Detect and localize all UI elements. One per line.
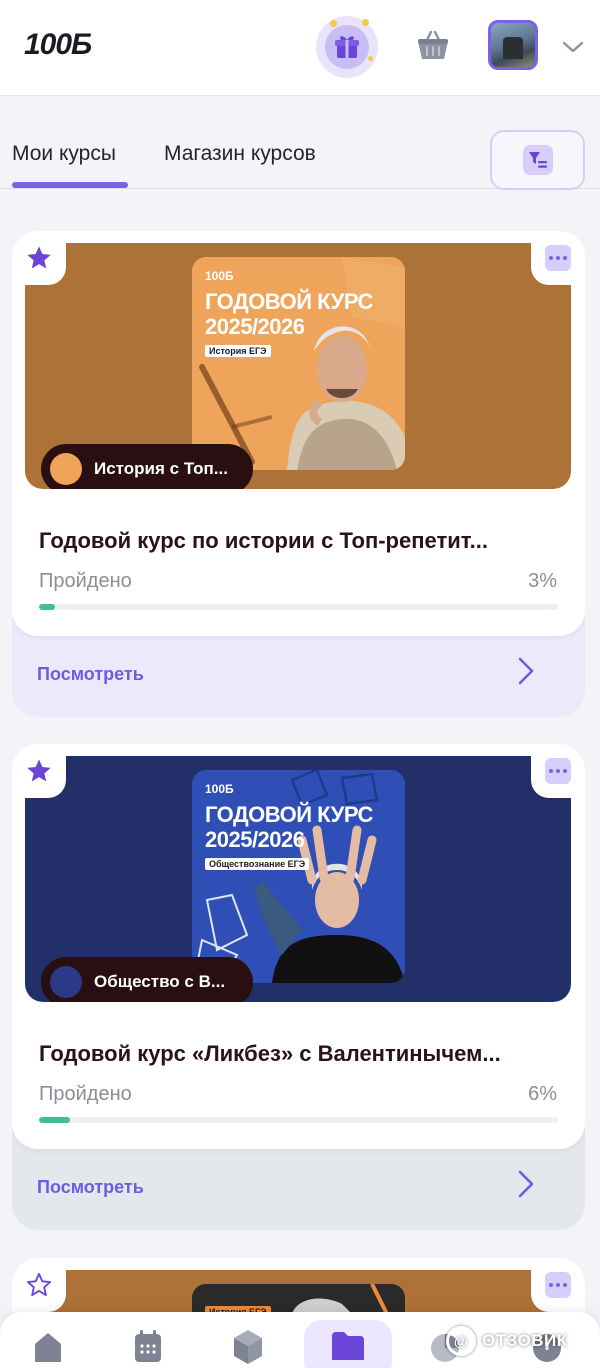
- star-icon: [27, 246, 51, 269]
- teacher-chip-label: Общество с В...: [94, 972, 226, 991]
- poster-subject: История ЕГЭ: [205, 345, 271, 357]
- filter-button[interactable]: [490, 130, 585, 190]
- progress-bar: [39, 604, 558, 610]
- progress-label: Пройдено: [39, 1083, 132, 1105]
- home-icon: [35, 1333, 61, 1362]
- gift-icon: [325, 25, 369, 69]
- chevron-down-icon[interactable]: [560, 34, 586, 60]
- view-course-link[interactable]: Посмотреть: [37, 1177, 144, 1198]
- chevron-right-icon[interactable]: [516, 656, 536, 686]
- teacher-avatar: [50, 453, 82, 485]
- nav-cube[interactable]: [223, 1328, 273, 1368]
- course-tabs: Мои курсы Магазин курсов: [0, 96, 600, 192]
- favorite-button[interactable]: [12, 744, 66, 798]
- card-body: 100Б ГОДОВОЙ КУРС 2025/2026 История ЕГЭ …: [12, 231, 585, 636]
- app-logo[interactable]: 100Б: [24, 28, 92, 62]
- favorite-button[interactable]: [12, 1258, 66, 1312]
- nav-calendar[interactable]: [123, 1328, 173, 1368]
- more-options-button[interactable]: [531, 744, 585, 798]
- progress-label: Пройдено: [39, 570, 132, 592]
- favorite-button[interactable]: [12, 231, 66, 285]
- nav-home[interactable]: [23, 1328, 73, 1368]
- basket-button[interactable]: [412, 26, 454, 66]
- active-tab-indicator: [12, 182, 128, 188]
- tab-my-courses[interactable]: Мои курсы: [12, 142, 116, 166]
- course-title[interactable]: Годовой курс по истории с Топ-репетит...: [39, 528, 488, 554]
- watermark-badge: @: [446, 1326, 476, 1356]
- course-card[interactable]: Посмотреть 100Б ГОДОВОЙ КУРС 2025/2026 О…: [12, 744, 585, 1230]
- view-course-link[interactable]: Посмотреть: [37, 664, 144, 685]
- calendar-icon: [135, 1330, 161, 1362]
- teacher-chip-label: История с Топ...: [94, 459, 228, 478]
- progress-bar: [39, 1117, 558, 1123]
- star-icon: [27, 759, 51, 782]
- card-body: 100Б ГОДОВОЙ КУРС 2025/2026 Обществознан…: [12, 744, 585, 1149]
- app-header: 100Б: [0, 0, 600, 96]
- folder-icon: [332, 1332, 364, 1360]
- poster-brand: 100Б: [205, 269, 234, 283]
- gift-button[interactable]: [316, 16, 378, 78]
- more-icon: [545, 758, 571, 784]
- watermark-text: ОТЗОВИК: [482, 1331, 568, 1350]
- sparkle-icon: [330, 20, 337, 27]
- poster-title: ГОДОВОЙ КУРС 2025/2026: [205, 802, 373, 852]
- teacher-chip[interactable]: Общество с В...: [41, 957, 253, 1002]
- star-outline-icon: [26, 1272, 52, 1296]
- course-poster: 100Б ГОДОВОЙ КУРС 2025/2026 История ЕГЭ: [192, 257, 405, 470]
- avatar[interactable]: [488, 20, 538, 70]
- progress-percent: 3%: [528, 570, 557, 592]
- tab-course-shop[interactable]: Магазин курсов: [164, 142, 316, 166]
- more-options-button[interactable]: [531, 231, 585, 285]
- chevron-right-icon[interactable]: [516, 1169, 536, 1199]
- course-card[interactable]: Посмотреть 100Б ГОДОВОЙ КУРС 2025/2026 И…: [12, 231, 585, 717]
- course-banner[interactable]: 100Б ГОДОВОЙ КУРС 2025/2026 История ЕГЭ …: [25, 243, 571, 489]
- more-options-button[interactable]: [531, 1258, 585, 1312]
- basket-icon: [418, 30, 448, 59]
- nav-folder[interactable]: [323, 1328, 373, 1368]
- progress-percent: 6%: [528, 1083, 557, 1105]
- course-title[interactable]: Годовой курс «Ликбез» с Валентинычем...: [39, 1041, 501, 1067]
- course-poster: 100Б ГОДОВОЙ КУРС 2025/2026 Обществознан…: [192, 770, 405, 983]
- otzovik-watermark: @ ОТЗОВИК: [446, 1326, 568, 1356]
- more-icon: [545, 245, 571, 271]
- sparkle-icon: [368, 56, 373, 61]
- cube-icon: [234, 1330, 262, 1364]
- progress-fill: [39, 1117, 71, 1123]
- filter-icon: [522, 145, 553, 175]
- teacher-chip[interactable]: История с Топ...: [41, 444, 253, 489]
- poster-brand: 100Б: [205, 782, 234, 796]
- progress-fill: [39, 604, 55, 610]
- poster-title: ГОДОВОЙ КУРС 2025/2026: [205, 289, 373, 339]
- sparkle-icon: [362, 19, 369, 26]
- more-icon: [545, 1272, 571, 1298]
- poster-subject: Обществознание ЕГЭ: [205, 858, 310, 870]
- teacher-avatar: [50, 966, 82, 998]
- course-banner[interactable]: 100Б ГОДОВОЙ КУРС 2025/2026 Обществознан…: [25, 756, 571, 1002]
